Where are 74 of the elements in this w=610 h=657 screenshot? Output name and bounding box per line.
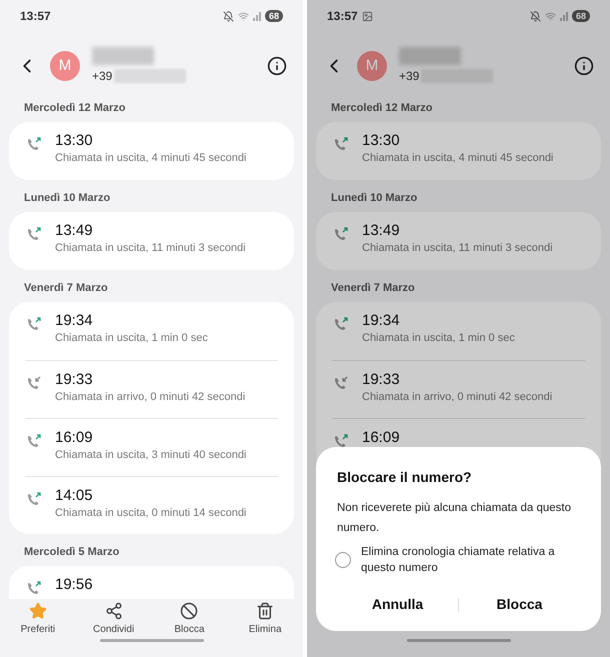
wifi-icon bbox=[544, 10, 556, 22]
call-time[interactable]: 19:34 bbox=[362, 311, 515, 331]
call-detail: Chiamata in uscita, 11 minuti 3 secondi bbox=[55, 241, 246, 256]
outgoing-call-icon bbox=[332, 315, 350, 333]
block-icon bbox=[180, 602, 198, 620]
blurred-name bbox=[92, 47, 154, 65]
call-time[interactable]: 19:34 bbox=[55, 311, 208, 331]
info-icon[interactable] bbox=[267, 56, 287, 76]
status-time: 13:57 bbox=[20, 8, 51, 25]
toolbar-button[interactable]: Blocca bbox=[159, 602, 220, 636]
dialog-message: Non riceverete più alcuna chiamata da questo numero. bbox=[337, 501, 572, 536]
dialog-button[interactable]: Blocca bbox=[459, 590, 580, 619]
phone-prefix: +39 bbox=[92, 68, 112, 85]
dialog-button[interactable]: Annulla bbox=[337, 590, 458, 619]
trash-icon bbox=[256, 602, 274, 620]
outgoing-call-icon bbox=[25, 135, 43, 153]
date-heading: Mercoledì 5 Marzo bbox=[23, 545, 120, 560]
call-time[interactable]: 19:33 bbox=[55, 370, 246, 390]
date-heading: Lunedì 10 Marzo bbox=[330, 191, 418, 206]
date-heading: Venerdì 7 Marzo bbox=[330, 281, 416, 296]
call-time[interactable]: 16:09 bbox=[55, 428, 246, 448]
outgoing-call-icon bbox=[332, 432, 350, 450]
call-detail: Chiamata in uscita, 1 min 0 sec bbox=[55, 331, 208, 346]
date-heading: Lunedì 10 Marzo bbox=[23, 191, 112, 206]
date-heading: Venerdì 7 Marzo bbox=[23, 281, 109, 296]
call-time[interactable]: 16:09 bbox=[362, 428, 400, 448]
mute-icon bbox=[222, 10, 234, 22]
star-icon bbox=[28, 602, 47, 620]
date-heading: Mercoledì 12 Marzo bbox=[23, 101, 126, 116]
battery-level: 68 bbox=[264, 10, 283, 22]
call-detail: Chiamata in uscita, 4 minuti 45 secondi bbox=[362, 151, 554, 166]
call-detail: Chiamata in arrivo, 0 minuti 42 secondi bbox=[55, 390, 246, 405]
toolbar-button[interactable]: Condividi bbox=[84, 602, 144, 636]
info-icon[interactable] bbox=[574, 56, 594, 76]
contact-avatar: M bbox=[50, 51, 80, 81]
call-time[interactable]: 13:30 bbox=[362, 131, 554, 151]
outgoing-call-icon bbox=[25, 315, 43, 333]
outgoing-call-icon bbox=[25, 579, 43, 597]
radio-button[interactable] bbox=[335, 552, 351, 568]
dialog-title: Bloccare il numero? bbox=[337, 468, 473, 487]
call-time[interactable]: 19:56 bbox=[55, 575, 93, 595]
battery-level: 68 bbox=[572, 10, 590, 22]
toolbar-button[interactable]: Preferiti bbox=[8, 602, 68, 636]
option-label: Elimina cronologia chiamate relativa a questo numero bbox=[361, 545, 556, 576]
signal-icon bbox=[560, 12, 568, 20]
outgoing-call-icon bbox=[332, 225, 350, 243]
wifi-icon bbox=[238, 10, 249, 22]
phone-prefix: +39 bbox=[399, 68, 420, 85]
outgoing-call-icon bbox=[25, 432, 43, 450]
call-detail: Chiamata in uscita, 1 min 0 sec bbox=[362, 331, 515, 346]
date-heading: Mercoledì 12 Marzo bbox=[330, 101, 434, 116]
call-detail: Chiamata in uscita, 0 minuti 14 secondi bbox=[55, 506, 246, 521]
incoming-call-icon bbox=[25, 374, 43, 392]
contact-avatar: M bbox=[357, 51, 387, 81]
toolbar-button[interactable]: Elimina bbox=[235, 602, 296, 636]
call-detail: Chiamata in uscita, 3 minuti 40 secondi bbox=[55, 448, 246, 463]
call-detail: Chiamata in uscita, 11 minuti 3 secondi bbox=[362, 241, 553, 256]
outgoing-call-icon bbox=[25, 225, 43, 243]
outgoing-call-icon bbox=[25, 490, 43, 508]
status-time: 13:57 bbox=[327, 8, 358, 25]
blurred-name bbox=[399, 47, 461, 65]
call-time[interactable]: 14:05 bbox=[55, 486, 246, 506]
call-time[interactable]: 13:49 bbox=[55, 221, 246, 241]
mute-icon bbox=[530, 10, 541, 22]
outgoing-call-icon bbox=[332, 135, 350, 153]
signal-icon bbox=[252, 12, 261, 20]
image-icon bbox=[362, 10, 373, 22]
share-icon bbox=[104, 602, 123, 620]
call-detail: Chiamata in arrivo, 0 minuti 42 secondi bbox=[362, 390, 552, 405]
call-time[interactable]: 13:49 bbox=[362, 221, 553, 241]
call-time[interactable]: 19:33 bbox=[362, 370, 552, 390]
call-detail: Chiamata in uscita, 4 minuti 45 secondi bbox=[55, 151, 246, 166]
incoming-call-icon bbox=[332, 374, 350, 392]
call-time[interactable]: 13:30 bbox=[55, 131, 246, 151]
